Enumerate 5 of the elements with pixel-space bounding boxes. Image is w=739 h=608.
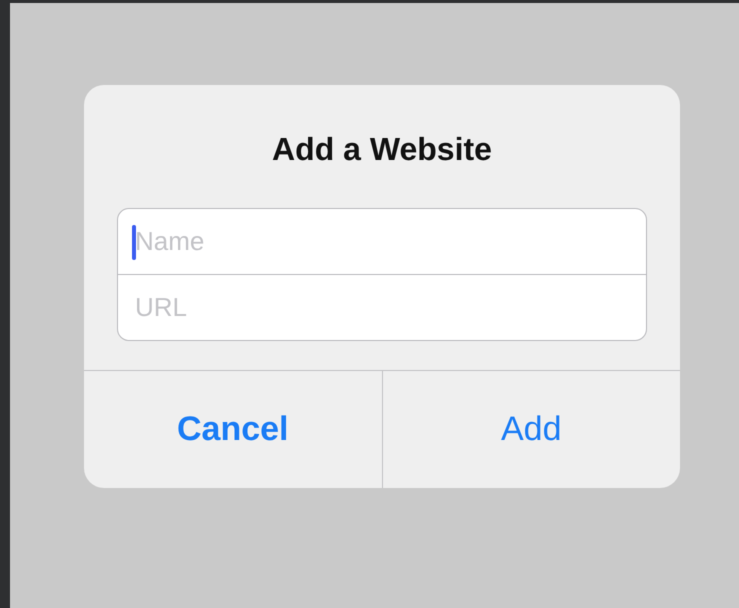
dialog-title: Add a Website (272, 131, 492, 168)
cancel-button[interactable]: Cancel (84, 371, 382, 488)
input-field[interactable]: Name (117, 208, 647, 275)
input-field[interactable]: URL (117, 275, 647, 341)
add-button[interactable]: Add (382, 371, 680, 488)
